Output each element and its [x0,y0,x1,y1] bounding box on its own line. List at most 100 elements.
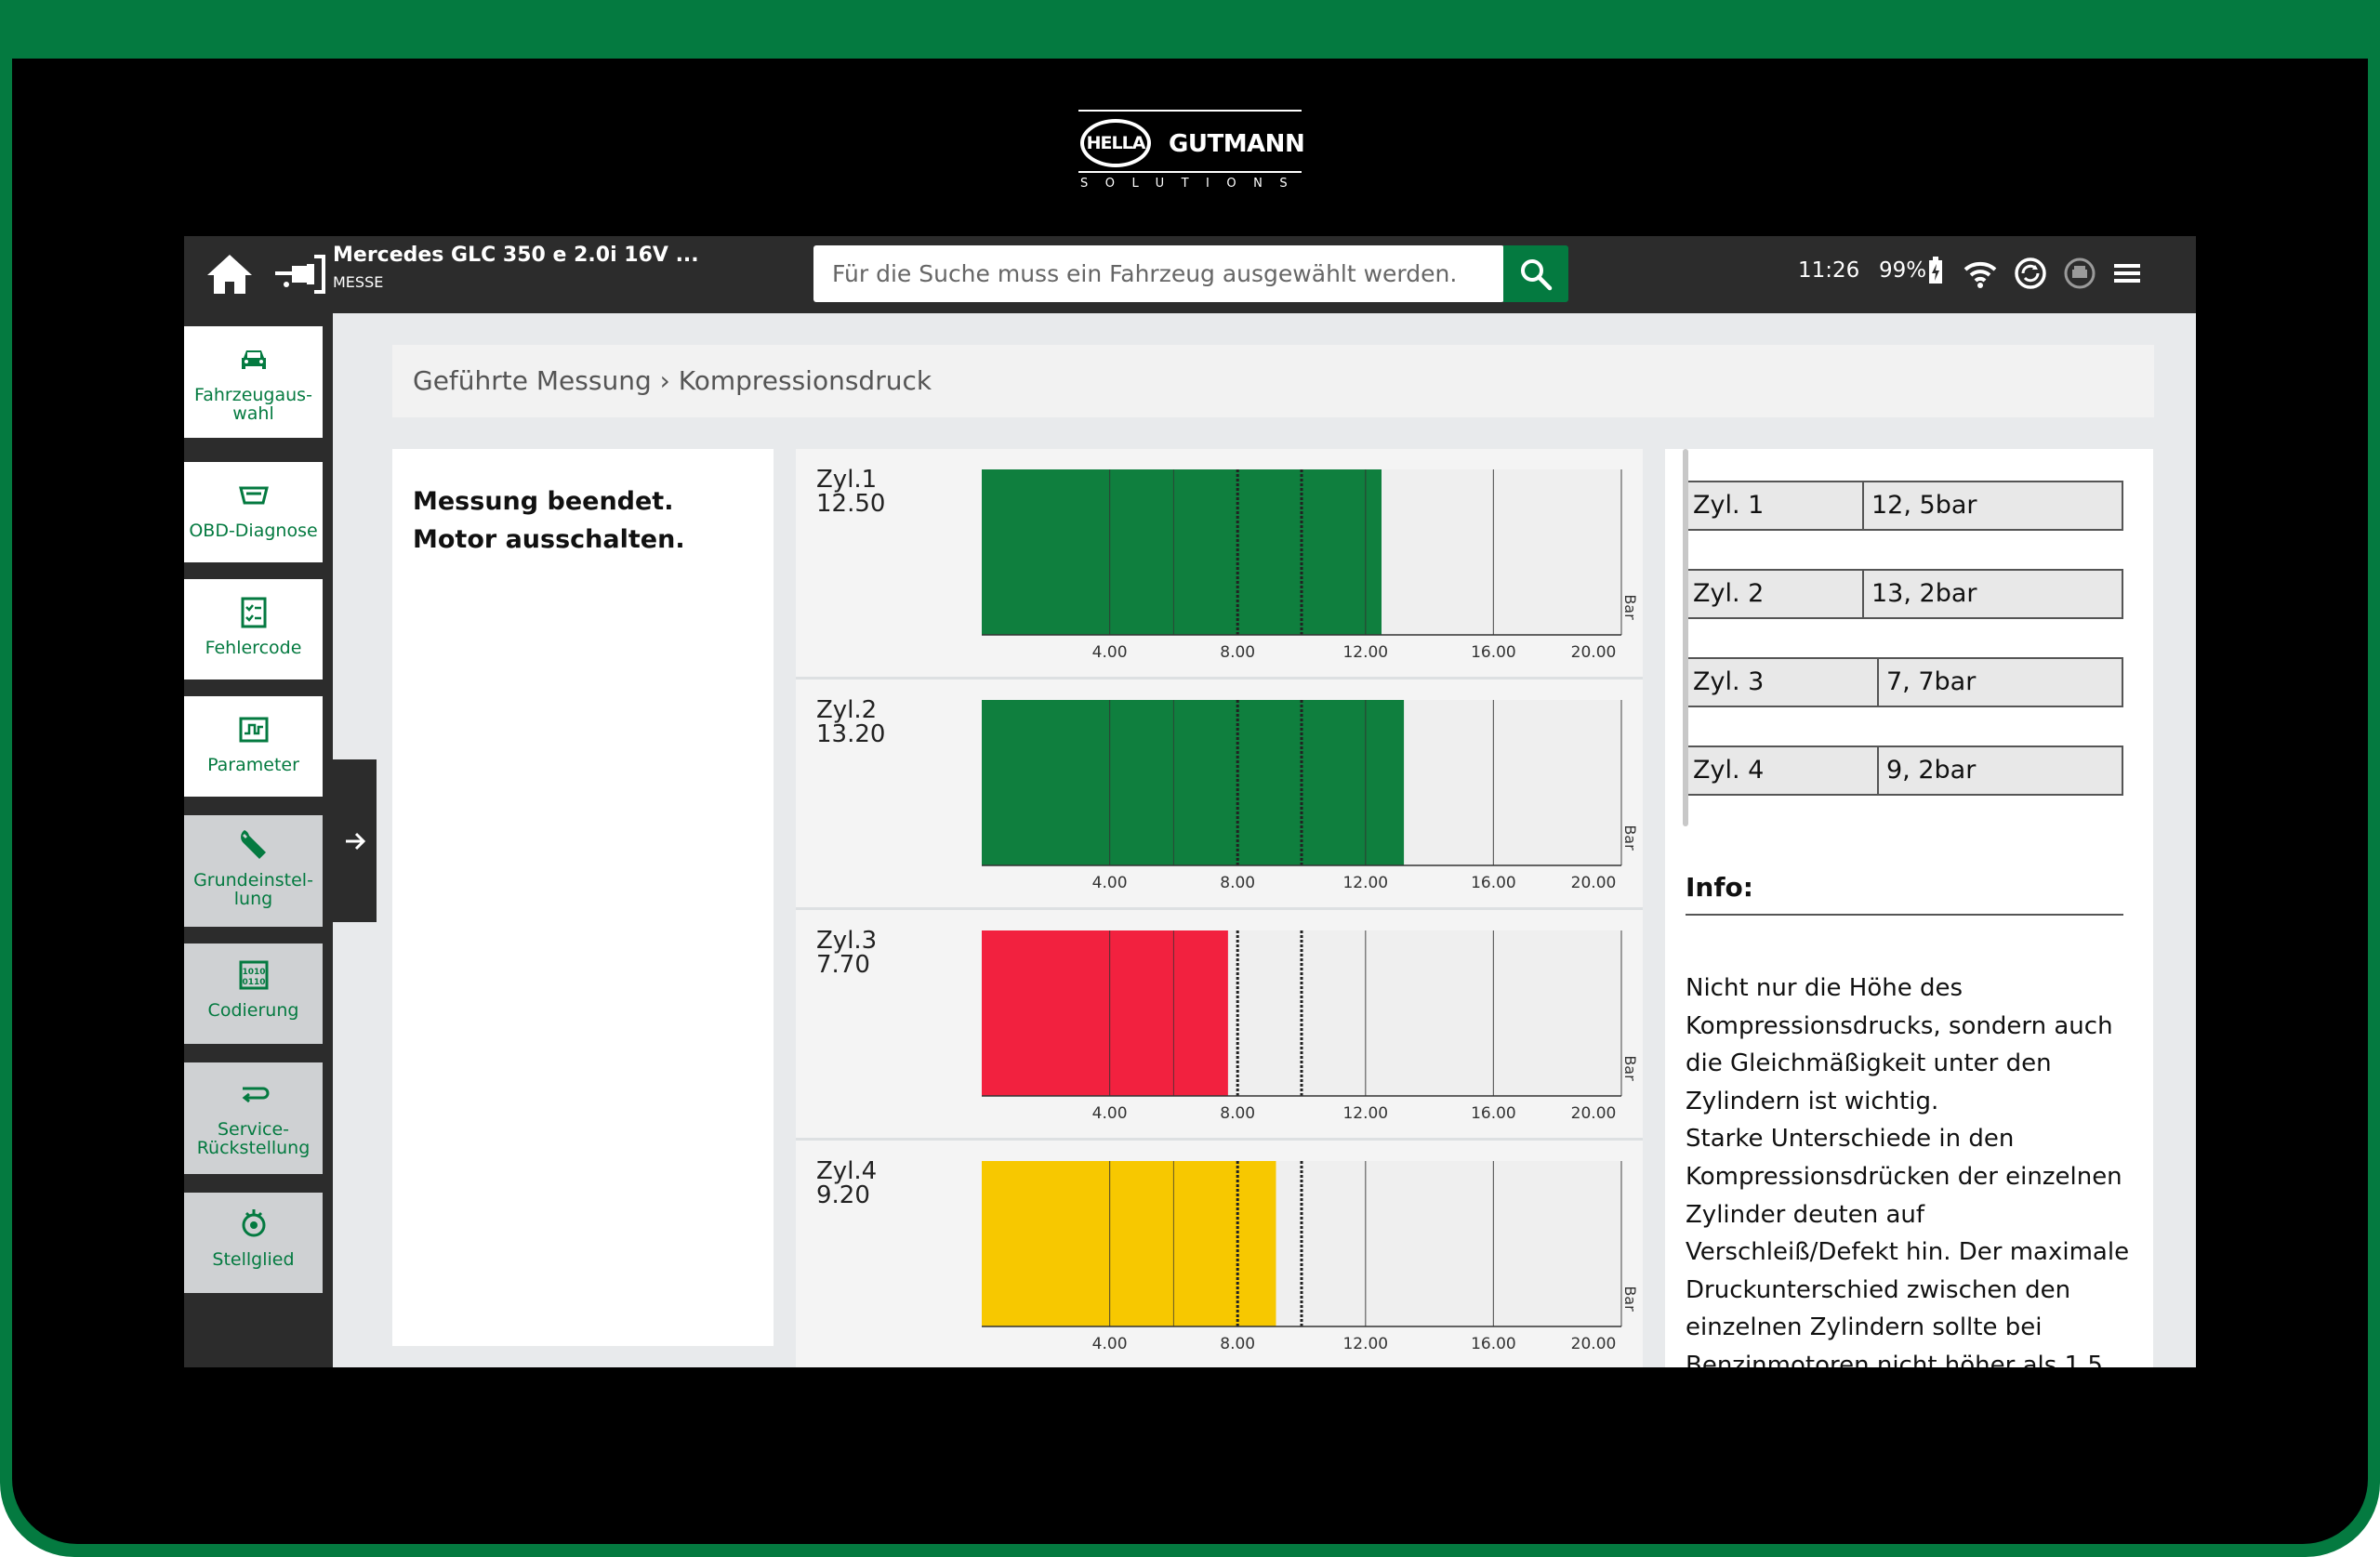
compression-chart-panel: Zyl.1 12.50 4.00 8.00 12.00 16.00 20.00 Bar Z… [796,449,1643,1367]
vehicle-subtitle: MESSE [333,273,384,291]
results-panel: Zyl. 1 12, 5bar Zyl. 2 13, 2bar Zyl. 3 7… [1665,449,2153,1367]
results-scrollbar[interactable] [1683,449,1688,826]
tick-label: 12.00 [1342,1104,1388,1123]
cylinder-bar-chart: 4.00 8.00 12.00 16.00 20.00 Bar [982,930,1639,1123]
tick-label: 16.00 [1471,874,1516,892]
result-row: Zyl. 3 7, 7bar [1686,657,2123,707]
tick-label: 8.00 [1220,874,1255,892]
sidebar-item-label: Codierung [207,1000,299,1021]
logo-rule [1078,110,1302,112]
actuator-icon [242,1209,265,1237]
tick-label: 4.00 [1092,643,1128,662]
breadcrumb-separator: › [659,365,670,396]
vehicle-name[interactable]: Mercedes GLC 350 e 2.0i 16V ... [333,244,699,267]
result-cylinder: Zyl. 3 [1693,667,1765,696]
tick-label: 4.00 [1092,1104,1128,1123]
tick-label: 20.00 [1571,1104,1617,1123]
tick-label: 8.00 [1220,1104,1255,1123]
sidebar: Fahrzeugaus- wahl OBD-Diagnose Fehlercod… [184,313,333,1367]
sidebar-item-grundeinstellung[interactable]: Grundeinstel- lung [184,815,323,927]
search-box[interactable] [813,245,1504,302]
tick-label: 20.00 [1571,1335,1617,1353]
result-row: Zyl. 2 13, 2bar [1686,569,2123,619]
menu-icon[interactable] [2109,255,2146,292]
battery-level: 99% [1879,258,1927,283]
battery-charging-icon [1929,257,1942,284]
result-cylinder: Zyl. 4 [1693,756,1765,785]
tick-label: 12.00 [1342,1335,1388,1353]
unit-label: Bar [1621,594,1639,620]
svg-text:1010: 1010 [242,968,265,977]
chart-row: Zyl.2 13.20 4.00 8.00 12.00 16.00 20.00 Bar [796,680,1643,907]
brand-name: GUTMANN [1169,130,1305,158]
sidebar-item-codierung[interactable]: 1010 0110 Codierung [184,943,323,1044]
svg-text:0110: 0110 [242,978,265,987]
info-text: Nicht nur die Höhe des Kompressionsdruck… [1686,974,2130,1367]
top-bar: Mercedes GLC 350 e 2.0i 16V ... MESSE 11… [184,236,2196,313]
result-row: Zyl. 4 9, 2bar [1686,746,2123,796]
data-bar [982,930,1228,1096]
result-row: Zyl. 1 12, 5bar [1686,481,2123,531]
signal-icon [239,717,268,743]
search-icon [1521,258,1553,290]
tick-label: 12.00 [1342,874,1388,892]
result-value: 12, 5bar [1862,482,1977,529]
cylinder-bar-chart: 4.00 8.00 12.00 16.00 20.00 Bar [982,1161,1639,1353]
search-button[interactable] [1503,245,1568,302]
home-icon[interactable] [205,251,255,297]
sidebar-item-vehicle-selection[interactable]: Fahrzeugaus- wahl [184,326,323,438]
result-cylinder: Zyl. 2 [1693,579,1765,608]
sidebar-item-stellglied[interactable]: Stellglied [184,1193,323,1293]
search-input[interactable] [813,245,1504,302]
sidebar-item-parameter[interactable]: Parameter [184,696,323,797]
car-status-icon[interactable] [2061,255,2098,292]
sidebar-item-label: Fahrzeugaus- wahl [194,385,312,424]
breadcrumb: Geführte Messung › Kompressionsdruck [392,345,2154,417]
clock: 11:26 [1798,258,1860,283]
tick-label: 8.00 [1220,643,1255,662]
sidebar-item-service-rueckstellung[interactable]: Service- Rückstellung [184,1062,323,1174]
chart-row: Zyl.3 7.70 4.00 8.00 12.00 16.00 20.00 Bar [796,910,1643,1138]
result-cylinder: Zyl. 1 [1693,491,1765,520]
wifi-icon[interactable] [1962,255,1999,292]
sidebar-item-label: Stellglied [212,1249,295,1270]
vci-connection-icon[interactable] [273,251,325,297]
sidebar-toggle-button[interactable] [333,759,377,922]
info-title: Info: [1686,872,1753,903]
binary-icon: 1010 0110 [239,960,268,990]
sidebar-item-label: Service- Rückstellung [196,1119,311,1158]
sidebar-item-label: OBD-Diagnose [189,521,318,541]
data-bar [982,1161,1276,1326]
data-bar [982,700,1405,865]
tick-label: 4.00 [1092,1335,1128,1353]
chart-row: Zyl.4 9.20 4.00 8.00 12.00 16.00 20.00 Bar [796,1141,1643,1367]
unit-label: Bar [1621,1055,1639,1081]
sidebar-item-label: Fehlercode [205,638,302,658]
tablet-frame: HELLA GUTMANN SOLUTIONS Mercedes GLC 350… [0,0,2380,1557]
sidebar-item-fehlercode[interactable]: Fehlercode [184,579,323,680]
arrow-right-icon [345,832,365,850]
service-reset-icon [242,1087,269,1103]
sync-icon[interactable] [2012,255,2049,292]
tick-label: 20.00 [1571,874,1617,892]
cylinder-bar-chart: 4.00 8.00 12.00 16.00 20.00 Bar [982,700,1639,892]
app-screen: Mercedes GLC 350 e 2.0i 16V ... MESSE 11… [184,236,2196,1367]
sidebar-item-label: Parameter [207,755,299,775]
result-value: 13, 2bar [1862,571,1977,617]
hella-oval: HELLA [1080,119,1151,167]
tick-label: 4.00 [1092,874,1128,892]
tick-label: 16.00 [1471,1104,1516,1123]
brand-sub: SOLUTIONS [1080,177,1305,191]
breadcrumb-current: Kompressionsdruck [678,365,932,396]
hella-gutmann-logo: HELLA GUTMANN SOLUTIONS [1078,110,1305,195]
wrench-icon [240,830,266,859]
status-message: Messung beendet. Motor ausschalten. [413,487,685,554]
sidebar-item-obd-diagnose[interactable]: OBD-Diagnose [184,462,323,562]
breadcrumb-parent[interactable]: Geführte Messung [413,365,652,396]
unit-label: Bar [1621,1286,1639,1312]
tick-label: 8.00 [1220,1335,1255,1353]
car-icon [241,350,266,369]
checklist-icon [241,597,266,628]
sidebar-item-label: Grundeinstel- lung [193,870,313,909]
info-divider [1686,914,2123,916]
